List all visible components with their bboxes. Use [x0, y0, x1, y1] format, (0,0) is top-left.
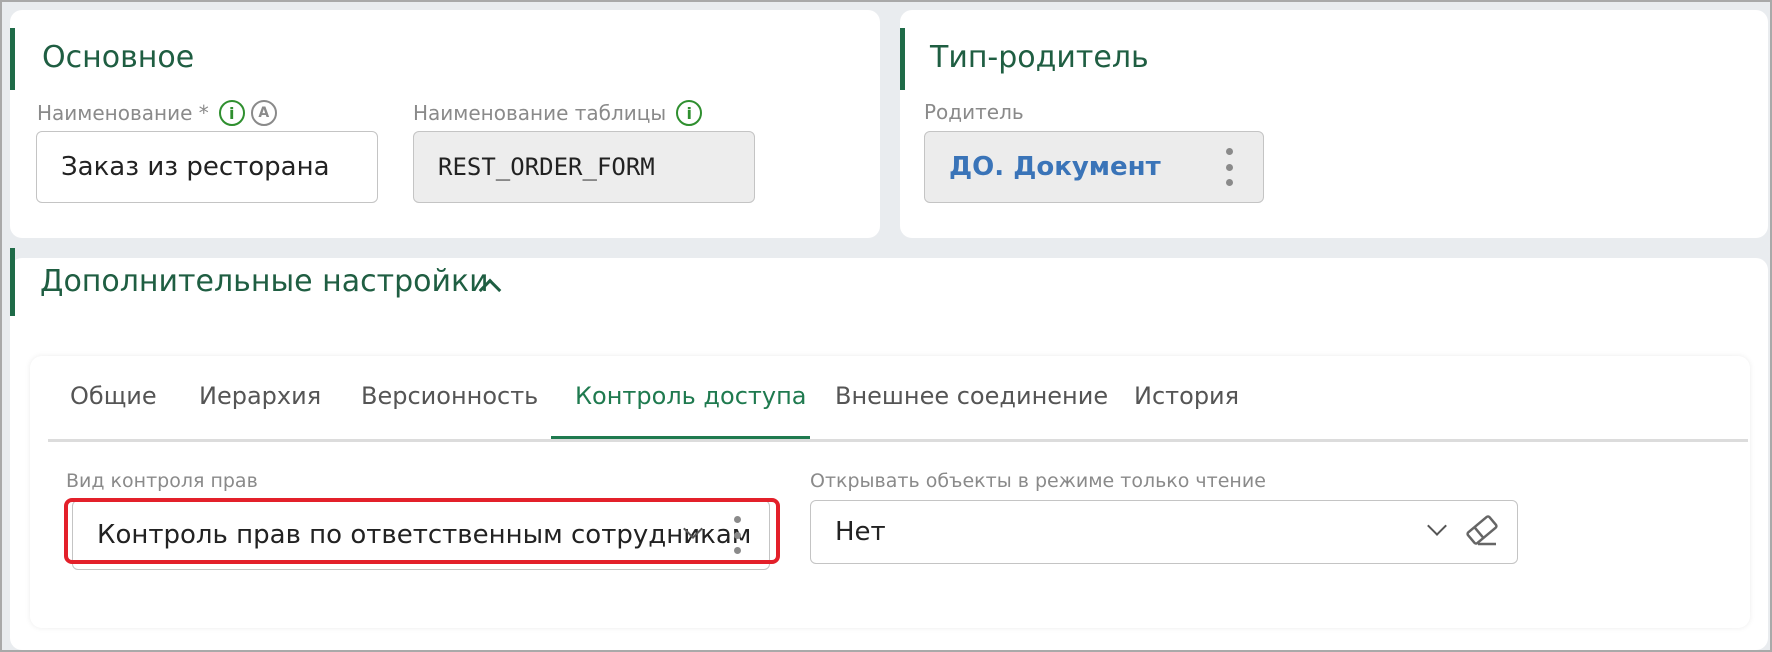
main-section-card: Основное Наименование * i A Заказ из рес…: [10, 10, 880, 238]
eraser-icon[interactable]: [1464, 512, 1500, 548]
active-tab-indicator: [551, 436, 810, 439]
tab-general[interactable]: Общие: [70, 382, 157, 410]
tab-versioning[interactable]: Версионность: [361, 382, 538, 410]
parent-section-card: Тип-родитель Родитель ДО. Документ: [900, 10, 1768, 238]
tab-access-control[interactable]: Контроль доступа: [575, 382, 806, 410]
tab-history[interactable]: История: [1134, 382, 1239, 410]
access-control-label: Вид контроля прав: [66, 470, 258, 492]
info-icon[interactable]: i: [218, 100, 245, 126]
section-accent-bar: [10, 28, 15, 90]
readonly-mode-label: Открывать объекты в режиме только чтение: [810, 470, 1266, 492]
readonly-mode-value: Нет: [835, 517, 886, 547]
app-frame: Основное Наименование * i A Заказ из рес…: [0, 0, 1772, 652]
auto-fill-icon[interactable]: A: [250, 100, 277, 126]
tab-hierarchy[interactable]: Иерархия: [199, 382, 321, 410]
parent-section-title: Тип-родитель: [930, 40, 1149, 75]
tab-external-connection[interactable]: Внешнее соединение: [835, 382, 1108, 410]
section-accent-bar: [900, 28, 905, 90]
main-section-title: Основное: [42, 40, 195, 75]
tabs-panel: Общие Иерархия Версионность Контроль дос…: [30, 356, 1750, 628]
table-name-label-text: Наименование таблицы: [413, 101, 667, 125]
table-name-input: REST_ORDER_FORM: [413, 131, 755, 203]
name-input[interactable]: Заказ из ресторана: [36, 131, 378, 203]
parent-link-field[interactable]: ДО. Документ: [924, 131, 1264, 203]
section-accent-bar: [10, 248, 15, 316]
name-label-text: Наименование *: [37, 101, 209, 125]
tab-bar: Общие Иерархия Версионность Контроль дос…: [48, 356, 1748, 442]
parent-link[interactable]: ДО. Документ: [949, 152, 1161, 182]
readonly-mode-select[interactable]: Нет: [810, 500, 1518, 564]
info-icon[interactable]: i: [676, 100, 703, 126]
kebab-menu-icon[interactable]: [1224, 148, 1234, 186]
table-name-field-label: Наименование таблицы i: [413, 100, 703, 126]
extra-section-title[interactable]: Дополнительные настройки: [40, 264, 489, 299]
extra-settings-card: Дополнительные настройки Общие Иерархия …: [10, 248, 1768, 650]
name-field-label: Наименование * i A: [37, 100, 277, 126]
highlight-frame: [64, 498, 780, 564]
parent-field-label: Родитель: [924, 100, 1024, 124]
